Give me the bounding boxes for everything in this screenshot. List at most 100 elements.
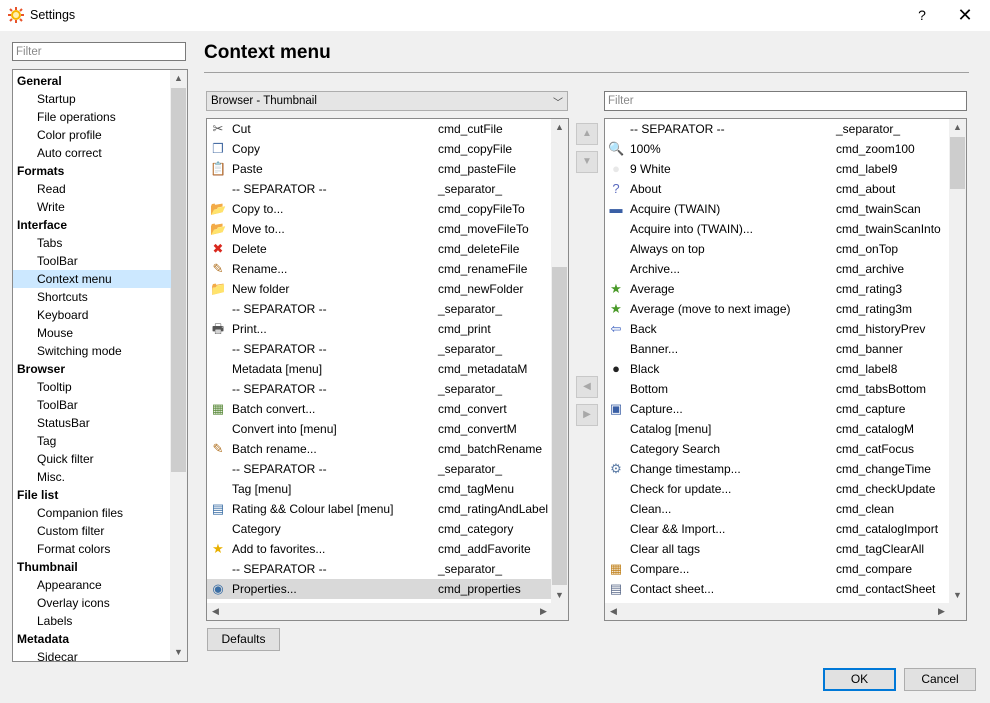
scroll-thumb[interactable]	[552, 267, 567, 585]
list-item[interactable]: ★ Average (move to next image) cmd_rating3…	[605, 299, 950, 319]
list-item[interactable]: ❐ Copy cmd_copyFile	[207, 139, 552, 159]
tree-group-label[interactable]: Formats	[13, 162, 175, 180]
tree-item[interactable]: Misc.	[13, 468, 171, 486]
tree-item[interactable]: Context menu	[13, 270, 171, 288]
list-item[interactable]: -- SEPARATOR -- _separator_	[207, 559, 552, 579]
tree-item[interactable]: Format colors	[13, 540, 171, 558]
tree-group-label[interactable]: General	[13, 72, 175, 90]
tree-item[interactable]: Overlay icons	[13, 594, 171, 612]
current-menu-list[interactable]: ◉ Properties... cmd_properties -- SEPARATOR…	[206, 118, 569, 621]
list-item[interactable]: Bottom cmd_tabsBottom	[605, 379, 950, 399]
tree-group-label[interactable]: Metadata	[13, 630, 175, 648]
tree-item[interactable]: Keyboard	[13, 306, 171, 324]
list-scrollbar[interactable]: ▲ ▼	[551, 119, 568, 604]
tree-item[interactable]: Tooltip	[13, 378, 171, 396]
add-to-menu-button[interactable]: ◀	[576, 376, 598, 398]
help-button[interactable]: ?	[912, 5, 932, 25]
list-hscrollbar[interactable]: ◀ ▶	[605, 603, 950, 620]
list-item[interactable]: ? About cmd_about	[605, 179, 950, 199]
list-item[interactable]: ▦ Compare... cmd_compare	[605, 559, 950, 579]
list-item[interactable]: Archive... cmd_archive	[605, 259, 950, 279]
tree-item[interactable]: Switching mode	[13, 342, 171, 360]
tree-item[interactable]: Labels	[13, 612, 171, 630]
list-item[interactable]: ● 9 White cmd_label9	[605, 159, 950, 179]
list-item[interactable]: 📁 New folder cmd_newFolder	[207, 279, 552, 299]
list-item[interactable]: Convert into [menu] cmd_convertM	[207, 419, 552, 439]
tree-group-label[interactable]: File list	[13, 486, 175, 504]
tree-group-label[interactable]: Interface	[13, 216, 175, 234]
list-item[interactable]: Always on top cmd_onTop	[605, 239, 950, 259]
tree-item[interactable]: Auto correct	[13, 144, 171, 162]
tree-item[interactable]: Sidecar	[13, 648, 171, 661]
list-item[interactable]: Clean... cmd_clean	[605, 499, 950, 519]
scroll-left-arrow-icon[interactable]: ◀	[207, 603, 224, 620]
tree-item[interactable]: ToolBar	[13, 252, 171, 270]
list-item[interactable]: ✂ Cut cmd_cutFile	[207, 119, 552, 139]
list-item[interactable]: Banner... cmd_banner	[605, 339, 950, 359]
list-item[interactable]: Check for update... cmd_checkUpdate	[605, 479, 950, 499]
list-item[interactable]: ● Black cmd_label8	[605, 359, 950, 379]
ok-button[interactable]: OK	[823, 668, 896, 691]
settings-tree[interactable]: ▲ ▼ General Startup File operations Color p…	[12, 69, 188, 662]
tree-item[interactable]: Mouse	[13, 324, 171, 342]
defaults-button[interactable]: Defaults	[207, 628, 280, 651]
tree-group-label[interactable]: Browser	[13, 360, 175, 378]
list-item[interactable]: Metadata [menu] cmd_metadataM	[207, 359, 552, 379]
scroll-down-arrow-icon[interactable]: ▼	[551, 587, 568, 604]
close-button[interactable]: ✕	[955, 5, 975, 25]
list-item[interactable]: ▤ Rating && Colour label [menu] cmd_rating…	[207, 499, 552, 519]
tree-item[interactable]: Color profile	[13, 126, 171, 144]
scroll-thumb[interactable]	[171, 88, 186, 472]
cancel-button[interactable]: Cancel	[904, 668, 976, 691]
scroll-left-arrow-icon[interactable]: ◀	[605, 603, 622, 620]
tree-item[interactable]: Companion files	[13, 504, 171, 522]
list-item[interactable]: ▬ Acquire (TWAIN) cmd_twainScan	[605, 199, 950, 219]
list-item[interactable]: Tag [menu] cmd_tagMenu	[207, 479, 552, 499]
list-item[interactable]: -- SEPARATOR -- _separator_	[207, 179, 552, 199]
list-item[interactable]: -- SEPARATOR -- _separator_	[605, 119, 950, 139]
tree-item[interactable]: File operations	[13, 108, 171, 126]
list-item[interactable]: 📋 Paste cmd_pasteFile	[207, 159, 552, 179]
tree-item[interactable]: ToolBar	[13, 396, 171, 414]
tree-item[interactable]: Appearance	[13, 576, 171, 594]
scroll-up-arrow-icon[interactable]: ▲	[551, 119, 568, 136]
list-item[interactable]: Category Search cmd_catFocus	[605, 439, 950, 459]
list-scrollbar[interactable]: ▲ ▼	[949, 119, 966, 604]
scroll-up-arrow-icon[interactable]: ▲	[949, 119, 966, 136]
list-item[interactable]: Catalog [menu] cmd_catalogM	[605, 419, 950, 439]
move-down-button[interactable]: ▼	[576, 151, 598, 173]
command-filter-input[interactable]	[604, 91, 967, 111]
tree-item[interactable]: Tag	[13, 432, 171, 450]
list-item[interactable]: ✎ Batch rename... cmd_batchRename	[207, 439, 552, 459]
settings-filter-input[interactable]	[12, 42, 186, 61]
tree-item[interactable]: Quick filter	[13, 450, 171, 468]
list-item[interactable]: ◉ Properties... cmd_properties	[207, 579, 552, 599]
scroll-right-arrow-icon[interactable]: ▶	[535, 603, 552, 620]
list-item[interactable]: 📂 Copy to... cmd_copyFileTo	[207, 199, 552, 219]
tree-item[interactable]: Tabs	[13, 234, 171, 252]
list-item[interactable]: ★ Average cmd_rating3	[605, 279, 950, 299]
list-item[interactable]: Acquire into (TWAIN)... cmd_twainScanInto	[605, 219, 950, 239]
list-item[interactable]: ★ Add to favorites... cmd_addFavorite	[207, 539, 552, 559]
list-item[interactable]: ✎ Rename... cmd_renameFile	[207, 259, 552, 279]
list-item[interactable]: 🖶 Print... cmd_print	[207, 319, 552, 339]
list-item[interactable]: ▤ Contact sheet... cmd_contactSheet	[605, 579, 950, 599]
tree-group-label[interactable]: Thumbnail	[13, 558, 175, 576]
list-item[interactable]: Category cmd_category	[207, 519, 552, 539]
list-hscrollbar[interactable]: ◀ ▶	[207, 603, 552, 620]
list-item[interactable]: -- SEPARATOR -- _separator_	[207, 339, 552, 359]
list-item[interactable]: -- SEPARATOR -- _separator_	[207, 299, 552, 319]
tree-item[interactable]: Startup	[13, 90, 171, 108]
list-item[interactable]: 🔍 100% cmd_zoom100	[605, 139, 950, 159]
remove-from-menu-button[interactable]: ▶	[576, 404, 598, 426]
list-item[interactable]: ⚙ Change timestamp... cmd_changeTime	[605, 459, 950, 479]
list-item[interactable]: ✖ Delete cmd_deleteFile	[207, 239, 552, 259]
tree-item[interactable]: Shortcuts	[13, 288, 171, 306]
tree-item[interactable]: Read	[13, 180, 171, 198]
list-item[interactable]: ▦ Batch convert... cmd_convert	[207, 399, 552, 419]
list-item[interactable]: Clear all tags cmd_tagClearAll	[605, 539, 950, 559]
scroll-thumb[interactable]	[950, 137, 965, 189]
menu-select[interactable]: Browser - Thumbnail ﹀	[206, 91, 568, 111]
list-item[interactable]: 📂 Move to... cmd_moveFileTo	[207, 219, 552, 239]
tree-item[interactable]: Custom filter	[13, 522, 171, 540]
